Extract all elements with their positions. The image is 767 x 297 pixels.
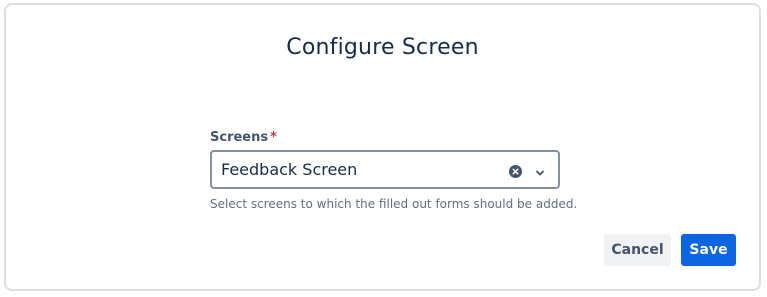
cancel-button[interactable]: Cancel [604,234,671,266]
dialog-title: Configure Screen [286,35,479,60]
configure-screen-dialog: Configure Screen Screens * Feedback Scree… [4,3,761,291]
required-marker: * [270,130,277,145]
clear-icon[interactable] [509,163,522,178]
save-button[interactable]: Save [681,234,736,266]
selected-screen-value: Feedback Screen [221,160,358,179]
screens-label: Screens [210,130,269,145]
screens-field: Screens * Feedback Screen Select screens … [210,130,577,211]
screens-select[interactable]: Feedback Screen [210,150,560,189]
screens-label-row: Screens * [210,130,560,146]
screens-helper-text: Select screens to which the filled out f… [210,197,578,211]
chevron-down-icon[interactable] [534,164,546,176]
